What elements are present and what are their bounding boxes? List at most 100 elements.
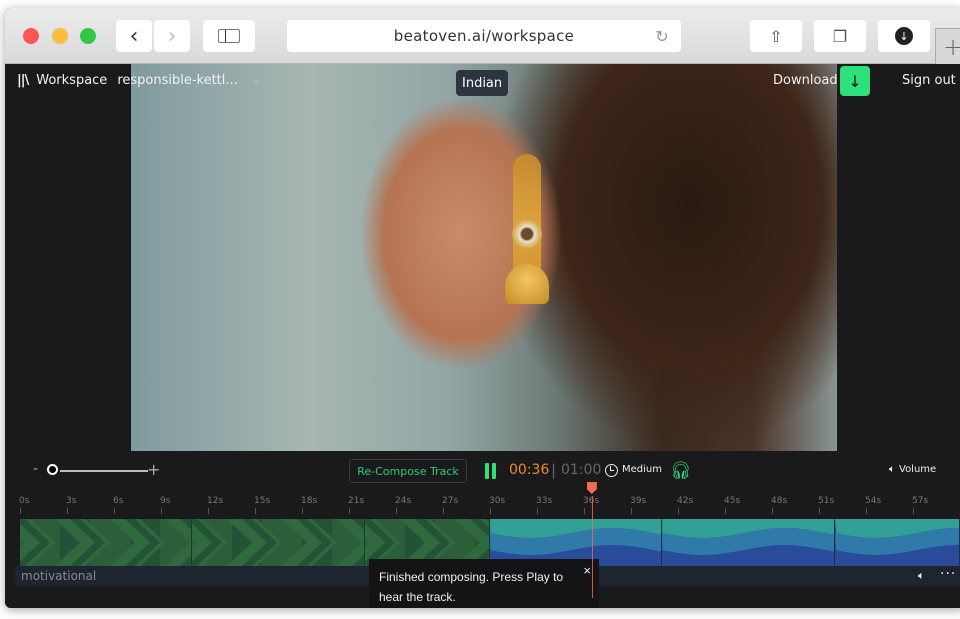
- speaker-icon: 🔈︎: [889, 464, 895, 475]
- project-name[interactable]: responsible-kettl...: [117, 73, 237, 88]
- downloads-button[interactable]: ↓: [878, 20, 930, 52]
- tick-mark: [537, 508, 538, 514]
- tick-mark: [819, 508, 820, 514]
- close-icon[interactable]: ×: [583, 561, 591, 581]
- tick-label: 48s: [771, 496, 788, 506]
- fullscreen-window-button[interactable]: [80, 28, 96, 44]
- tick-label: 51s: [818, 496, 835, 506]
- tick-label: 0s: [19, 496, 30, 506]
- tick-label: 24s: [395, 496, 412, 506]
- download-label[interactable]: Download: [773, 73, 838, 88]
- volume-label: Volume: [899, 464, 937, 475]
- tick-mark: [161, 508, 162, 514]
- zoom-slider[interactable]: [60, 470, 148, 472]
- tick-label: 30s: [489, 496, 506, 506]
- browser-toolbar: ‹ › beatoven.ai/workspace ↻ ⇧ ❐ ↓ +: [5, 8, 960, 64]
- sidebar-icon: [218, 29, 240, 43]
- tick-mark: [866, 508, 867, 514]
- sidebar-toggle-button[interactable]: [203, 20, 255, 52]
- address-bar[interactable]: beatoven.ai/workspace ↻: [287, 20, 681, 52]
- workspace-app: ||\ Workspace responsible-kettl... ⌄ Ind…: [5, 64, 960, 608]
- tick-label: 3s: [66, 496, 77, 506]
- tick-label: 54s: [865, 496, 882, 506]
- tick-mark: [772, 508, 773, 514]
- tick-label: 33s: [536, 496, 553, 506]
- tick-label: 27s: [442, 496, 459, 506]
- library-icon[interactable]: ||\: [17, 73, 29, 88]
- close-window-button[interactable]: [23, 28, 39, 44]
- track-mood-label: motivational: [21, 569, 97, 583]
- pause-icon: [485, 463, 489, 479]
- tabs-icon: ❐: [832, 26, 848, 46]
- more-options-icon[interactable]: ···: [940, 566, 956, 582]
- workspace-breadcrumb: ||\ Workspace responsible-kettl... ⌄: [17, 73, 260, 88]
- tick-label: 45s: [724, 496, 741, 506]
- video-frame-detail: [505, 264, 549, 304]
- time-separator: |: [551, 461, 557, 479]
- zoom-slider-handle[interactable]: [47, 464, 58, 475]
- tick-mark: [20, 508, 21, 514]
- wave-pattern: [834, 519, 959, 555]
- tick-mark: [396, 508, 397, 514]
- zoom-in-button[interactable]: +: [147, 460, 160, 479]
- new-tab-icon: +: [942, 32, 960, 61]
- forward-icon: ›: [167, 23, 177, 49]
- back-button[interactable]: ‹: [116, 20, 152, 52]
- total-time: 01:00: [561, 462, 602, 478]
- pause-icon: [492, 463, 496, 479]
- video-frame-detail: [512, 219, 542, 249]
- tick-mark: [255, 508, 256, 514]
- track-volume-icon[interactable]: 🔈︎: [918, 569, 925, 583]
- download-button[interactable]: ↓: [840, 66, 870, 96]
- recompose-track-button[interactable]: Re-Compose Track: [349, 459, 467, 483]
- playhead-handle[interactable]: [586, 482, 597, 494]
- toast-message: Finished composing. Press Play to hear t…: [379, 570, 564, 604]
- tick-label: 12s: [207, 496, 224, 506]
- forward-button[interactable]: ›: [154, 20, 190, 52]
- wave-pattern: [662, 519, 834, 555]
- new-tab-button[interactable]: +: [935, 28, 960, 64]
- video-preview[interactable]: [131, 64, 837, 451]
- zoom-out-button[interactable]: -: [33, 461, 38, 477]
- workspace-link[interactable]: Workspace: [36, 73, 107, 88]
- browser-window: ‹ › beatoven.ai/workspace ↻ ⇧ ❐ ↓ + ||\ …: [5, 8, 960, 608]
- track-segment[interactable]: [662, 519, 835, 566]
- arrow-down-icon: ↓: [848, 71, 862, 91]
- volume-button[interactable]: 🔈︎ Volume: [889, 464, 936, 475]
- tick-mark: [114, 508, 115, 514]
- notification-toast: Finished composing. Press Play to hear t…: [369, 559, 599, 608]
- tick-mark: [584, 508, 585, 514]
- tick-label: 42s: [677, 496, 694, 506]
- chevron-pattern: [20, 519, 192, 566]
- tabs-overview-button[interactable]: ❐: [814, 20, 866, 52]
- genre-tag[interactable]: Indian: [456, 70, 509, 96]
- track-segment[interactable]: [834, 519, 960, 566]
- chevron-pattern: [192, 519, 364, 566]
- tick-mark: [302, 508, 303, 514]
- sign-out-link[interactable]: Sign out: [902, 73, 956, 88]
- headphones-icon[interactable]: 🎧︎: [670, 461, 692, 481]
- tick-mark: [490, 508, 491, 514]
- back-icon: ‹: [129, 23, 139, 49]
- tick-label: 39s: [630, 496, 647, 506]
- tick-mark: [631, 508, 632, 514]
- tick-mark: [67, 508, 68, 514]
- track-segment[interactable]: [20, 519, 193, 566]
- reload-icon[interactable]: ↻: [655, 27, 669, 46]
- chevron-down-icon[interactable]: ⌄: [252, 75, 260, 86]
- share-button[interactable]: ⇧: [750, 20, 802, 52]
- pause-button[interactable]: [485, 463, 497, 479]
- tick-mark: [913, 508, 914, 514]
- playhead-line: [591, 496, 593, 598]
- tick-mark: [725, 508, 726, 514]
- minimize-window-button[interactable]: [52, 28, 68, 44]
- tick-mark: [443, 508, 444, 514]
- tick-mark: [208, 508, 209, 514]
- tick-label: 6s: [113, 496, 124, 506]
- clock-icon: [605, 464, 618, 477]
- track-segment[interactable]: [192, 519, 365, 566]
- tick-mark: [349, 508, 350, 514]
- timeline-ruler[interactable]: 0s3s6s9s12s15s18s21s24s27s30s33s36s39s42…: [15, 482, 960, 598]
- tick-label: 21s: [348, 496, 365, 506]
- tempo-selector[interactable]: Medium: [622, 464, 662, 475]
